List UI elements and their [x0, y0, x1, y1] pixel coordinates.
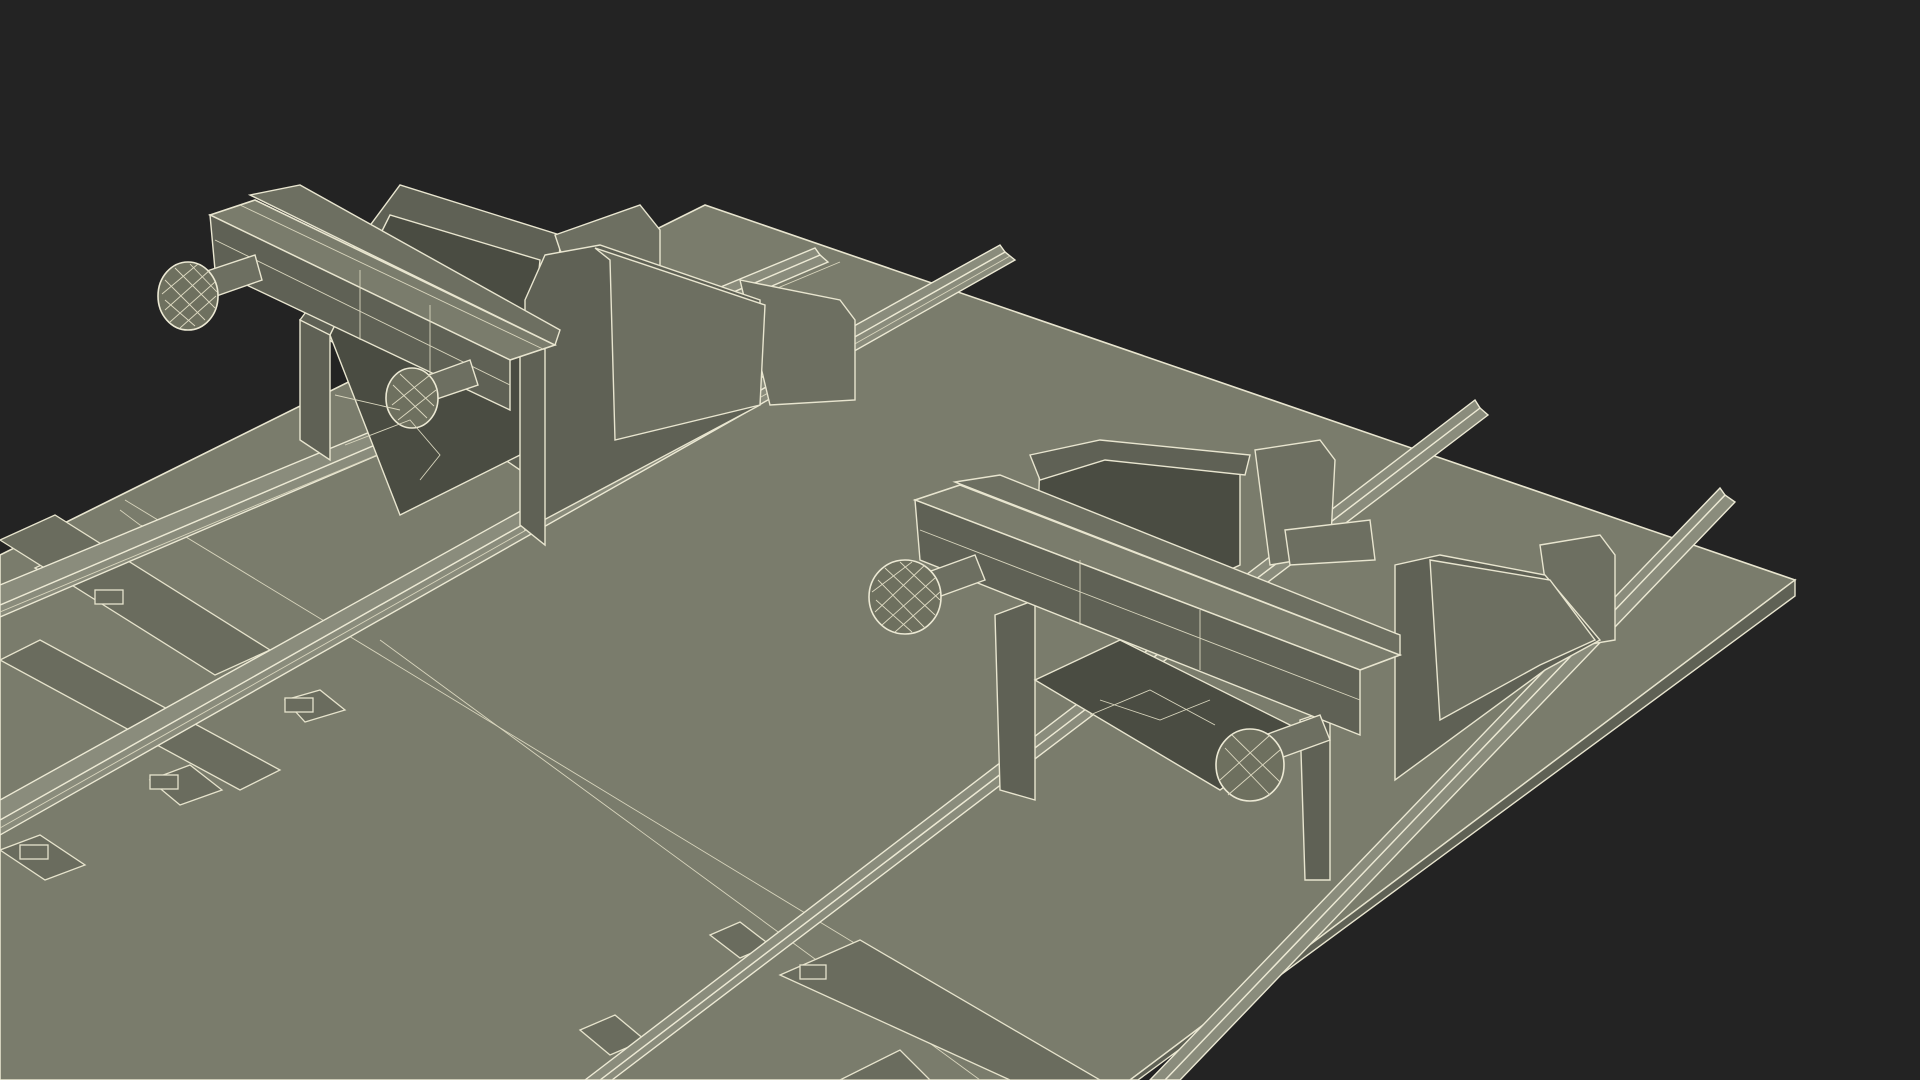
wireframe-render	[0, 184, 1797, 1080]
render-viewport	[0, 0, 1920, 1080]
